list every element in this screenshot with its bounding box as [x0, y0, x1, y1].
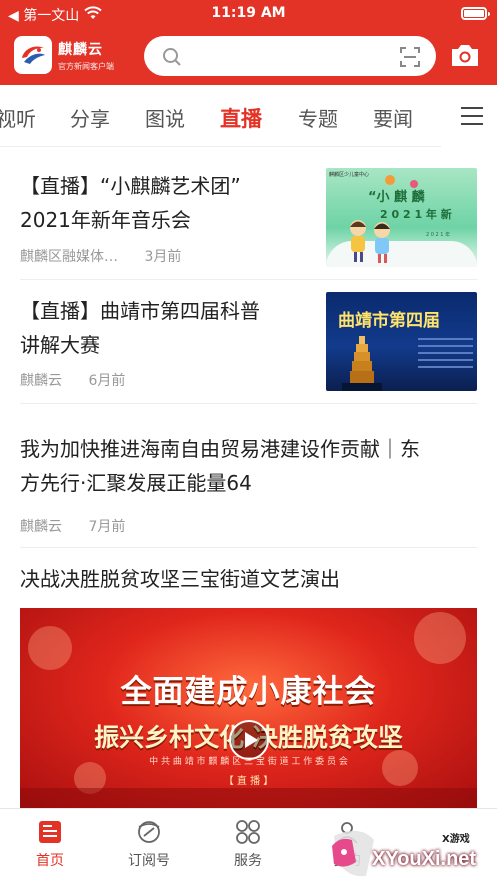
app-logo[interactable]: 麒麟云 官方新闻客户端 [14, 36, 114, 74]
item-thumbnail: 麒麟区少儿童中心 “小 麒 麟 2 0 2 1 年 新 2 0 2 1 年 [326, 168, 477, 267]
item-meta: 麒麟云 6月前 [20, 370, 125, 390]
item-title-line: 讲解大赛 [20, 333, 100, 357]
item-source: 麒麟区融媒体… [20, 249, 118, 265]
kids-illustration [350, 220, 390, 263]
item-time-ago: 6月前 [88, 373, 126, 389]
item-time-ago: 3月前 [144, 249, 182, 265]
status-bar: ◀ 第一文山 11:19 AM [0, 0, 497, 28]
tab-fenxiang[interactable]: 分享 [70, 103, 110, 132]
list-item[interactable]: 【直播】“小麒麟艺术团” 2021年新年音乐会 麒麟区融媒体… 3月前 麒麟区少… [0, 147, 497, 280]
nav-home[interactable]: 首页 [15, 819, 85, 870]
scan-icon[interactable] [400, 47, 420, 71]
qilin-logo-icon [14, 36, 52, 74]
watermark-site: XYouXi.net [372, 848, 477, 870]
watermark-tag: X游戏 [442, 834, 470, 845]
item-meta: 麒麟区融媒体… 3月前 [20, 246, 181, 266]
battery-icon [461, 7, 490, 20]
video-poster[interactable]: 全面建成小康社会 振兴乡村文化 决胜脱贫攻坚 中 共 曲 靖 市 麒 麟 区 三… [20, 608, 477, 808]
nav-subscribe[interactable]: 订阅号 [114, 819, 184, 870]
poster-line-1: 全面建成小康社会 [120, 674, 377, 710]
home-news-icon [39, 821, 61, 843]
app-header: ◀ 第一文山 11:19 AM 麒麟云 官方新闻客户端 [0, 0, 497, 85]
item-title-line: 【直播】“小麒麟艺术团” [20, 174, 241, 198]
app-name: 麒麟云 [58, 41, 103, 58]
tab-tushuo[interactable]: 图说 [145, 103, 185, 132]
item-title-line: 方先行·汇聚发展正能量64 [20, 471, 252, 495]
category-tabs: 视听 分享 图说 直播 专题 要闻 t [0, 85, 497, 147]
list-item[interactable]: 【直播】曲靖市第四届科普 讲解大赛 麒麟云 6月前 曲靖市第四届 [0, 280, 497, 404]
item-source: 麒麟云 [20, 519, 62, 535]
tab-zhibo[interactable]: 直播 [220, 103, 262, 133]
item-title-line: 【直播】曲靖市第四届科普 [20, 299, 260, 323]
item-title-line: 2021年新年音乐会 [20, 208, 191, 232]
item-meta: 麒麟云 7月前 [20, 516, 125, 536]
poster-tag: 【 直 播 】 [223, 776, 274, 787]
nav-services[interactable]: 服务 [213, 819, 283, 870]
search-icon [162, 47, 182, 71]
play-icon[interactable] [229, 720, 269, 760]
pagoda-illustration [342, 336, 382, 391]
tab-menu-icon[interactable] [461, 107, 483, 131]
item-source: 麒麟云 [20, 373, 62, 389]
app-slogan: 官方新闻客户端 [58, 61, 114, 71]
item-title: 决战决胜脱贫攻坚三宝街道文艺演出 [20, 567, 340, 591]
list-item[interactable]: 我为加快推进海南自由贸易港建设作贡献｜东 方先行·汇聚发展正能量64 麒麟云 7… [0, 404, 497, 548]
status-time: 11:19 AM [211, 5, 286, 21]
tab-yaowen[interactable]: 要闻 [373, 103, 413, 132]
item-thumbnail: 曲靖市第四届 [326, 292, 477, 391]
services-grid-icon [236, 820, 260, 844]
camera-icon[interactable] [450, 42, 480, 72]
subscribe-icon [138, 821, 160, 843]
search-input[interactable] [144, 36, 436, 76]
tab-shiting[interactable]: 视听 [0, 103, 36, 132]
item-time-ago: 7月前 [88, 519, 126, 535]
tab-zhuanti[interactable]: 专题 [298, 103, 338, 132]
item-title-line: 我为加快推进海南自由贸易港建设作贡献｜东 [20, 437, 420, 461]
